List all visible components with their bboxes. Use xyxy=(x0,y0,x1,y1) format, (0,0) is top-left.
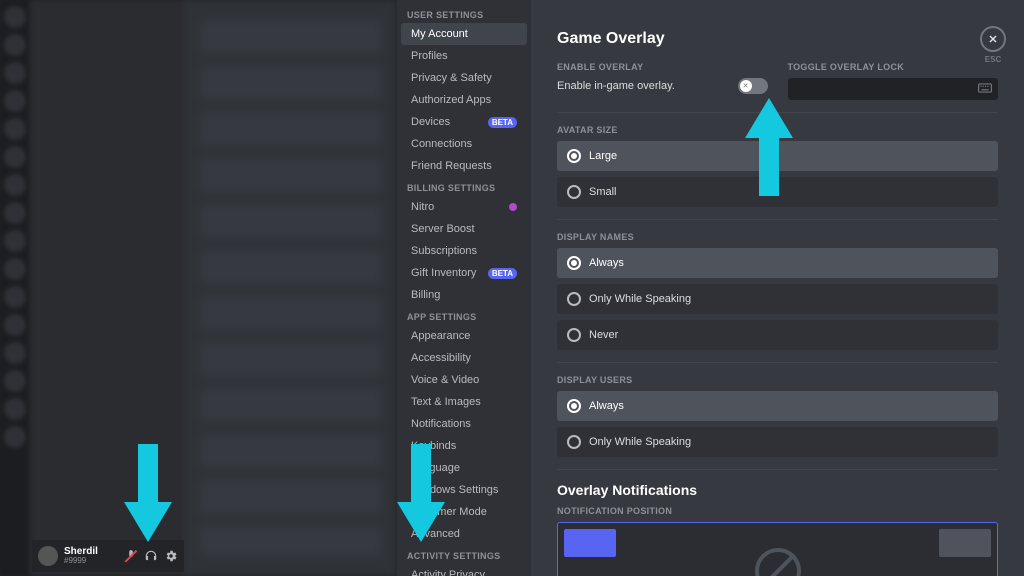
radio-option[interactable]: Never xyxy=(557,320,998,350)
sidebar-item-label: Friend Requests xyxy=(411,160,492,172)
notification-position-picker xyxy=(557,522,998,576)
user-footer: Sherdil #9999 xyxy=(32,540,184,572)
sidebar-item[interactable]: Nitro xyxy=(401,196,527,218)
radio-ring-icon xyxy=(567,328,581,342)
annotation-arrow-icon xyxy=(397,444,445,542)
divider xyxy=(557,362,998,363)
sidebar-item[interactable]: Appearance xyxy=(401,325,527,347)
annotation-arrow-icon xyxy=(124,444,172,542)
sidebar-item[interactable]: Privacy & Safety xyxy=(401,67,527,89)
sidebar-item[interactable]: Subscriptions xyxy=(401,240,527,262)
radio-label: Only While Speaking xyxy=(589,293,691,305)
sidebar-item[interactable]: Profiles xyxy=(401,45,527,67)
radio-label: Never xyxy=(589,329,618,341)
gear-icon[interactable] xyxy=(164,549,178,563)
sidebar-item-label: Profiles xyxy=(411,50,448,62)
sidebar-item[interactable]: Server Boost xyxy=(401,218,527,240)
divider xyxy=(557,219,998,220)
page-title: Game Overlay xyxy=(557,30,998,48)
sidebar-item[interactable]: Text & Images xyxy=(401,391,527,413)
divider xyxy=(557,469,998,470)
nitro-badge xyxy=(509,203,517,211)
sidebar-item-label: Privacy & Safety xyxy=(411,72,492,84)
sidebar-item-label: Text & Images xyxy=(411,396,481,408)
beta-badge: BETA xyxy=(488,117,517,128)
annotation-arrow-icon xyxy=(745,98,793,196)
enable-overlay-text: Enable in-game overlay. xyxy=(557,80,675,92)
sidebar-item-label: Gift Inventory xyxy=(411,267,476,279)
radio-label: Only While Speaking xyxy=(589,436,691,448)
settings-content: ESC Game Overlay ENABLE OVERLAY Enable i… xyxy=(531,0,1024,576)
settings-overlay: USER SETTINGS My Account Profiles Privacy &… xyxy=(397,0,1024,576)
display-users-label: DISPLAY USERS xyxy=(557,375,998,385)
sidebar-item-label: Devices xyxy=(411,116,450,128)
radio-ring-icon xyxy=(567,292,581,306)
display-names-label: DISPLAY NAMES xyxy=(557,232,998,242)
enable-overlay-label: ENABLE OVERLAY xyxy=(557,62,768,72)
sidebar-item[interactable]: Authorized Apps xyxy=(401,89,527,111)
radio-label: Large xyxy=(589,150,617,162)
toggle-lock-label: TOGGLE OVERLAY LOCK xyxy=(788,62,999,72)
radio-option[interactable]: Always xyxy=(557,391,998,421)
chat-blur xyxy=(184,0,397,576)
sidebar-header: BILLING SETTINGS xyxy=(397,177,531,196)
sidebar-item-label: Voice & Video xyxy=(411,374,479,386)
sidebar-item-label: Notifications xyxy=(411,418,471,430)
sidebar-header: ACTIVITY SETTINGS xyxy=(397,545,531,564)
sidebar-item-label: Appearance xyxy=(411,330,470,342)
sidebar-item-label: Connections xyxy=(411,138,472,150)
display-users-group: Always Only While Speaking xyxy=(557,391,998,457)
esc-label: ESC xyxy=(985,55,1001,64)
sidebar-item[interactable]: Notifications xyxy=(401,413,527,435)
close-group: ESC xyxy=(980,26,1006,64)
sidebar-item[interactable]: My Account xyxy=(401,23,527,45)
sidebar-header: APP SETTINGS xyxy=(397,306,531,325)
sidebar-item-label: Server Boost xyxy=(411,223,475,235)
radio-option[interactable]: Only While Speaking xyxy=(557,427,998,457)
sidebar-item[interactable]: Devices BETA xyxy=(401,111,527,133)
close-button[interactable] xyxy=(980,26,1006,52)
sidebar-item-label: Accessibility xyxy=(411,352,471,364)
position-top-left[interactable] xyxy=(564,529,616,557)
headphones-icon[interactable] xyxy=(144,549,158,563)
radio-option[interactable]: Only While Speaking xyxy=(557,284,998,314)
position-top-right[interactable] xyxy=(939,529,991,557)
sidebar-item-label: Subscriptions xyxy=(411,245,477,257)
sidebar-item[interactable]: Friend Requests xyxy=(401,155,527,177)
display-names-group: Always Only While Speaking Never xyxy=(557,248,998,350)
sidebar-item[interactable]: Gift Inventory BETA xyxy=(401,262,527,284)
beta-badge: BETA xyxy=(488,268,517,279)
sidebar-item[interactable]: Billing xyxy=(401,284,527,306)
sidebar-item-label: My Account xyxy=(411,28,468,40)
sidebar-item-label: Activity Privacy xyxy=(411,569,485,576)
server-rail xyxy=(0,0,30,576)
disable-icon[interactable] xyxy=(755,548,801,576)
radio-ring-icon xyxy=(567,149,581,163)
sidebar-item[interactable]: Voice & Video xyxy=(401,369,527,391)
sidebar-item-label: Billing xyxy=(411,289,440,301)
radio-option[interactable]: Always xyxy=(557,248,998,278)
radio-label: Small xyxy=(589,186,617,198)
sidebar-item[interactable]: Connections xyxy=(401,133,527,155)
discriminator: #9999 xyxy=(64,557,118,566)
sidebar-item-label: Authorized Apps xyxy=(411,94,491,106)
keyboard-icon xyxy=(978,83,992,96)
sidebar-header: USER SETTINGS xyxy=(397,4,531,23)
radio-ring-icon xyxy=(567,185,581,199)
enable-overlay-toggle[interactable] xyxy=(738,78,768,94)
radio-ring-icon xyxy=(567,435,581,449)
lock-keybind-input[interactable] xyxy=(788,78,999,100)
sidebar-item[interactable]: Activity Privacy xyxy=(401,564,527,576)
radio-label: Always xyxy=(589,257,624,269)
sidebar-item-label: Nitro xyxy=(411,201,434,213)
avatar xyxy=(38,546,58,566)
radio-label: Always xyxy=(589,400,624,412)
overlay-notifications-title: Overlay Notifications xyxy=(557,482,998,498)
radio-ring-icon xyxy=(567,256,581,270)
notification-position-label: NOTIFICATION POSITION xyxy=(557,506,998,516)
mic-muted-icon[interactable] xyxy=(124,549,138,563)
radio-ring-icon xyxy=(567,399,581,413)
sidebar-item[interactable]: Accessibility xyxy=(401,347,527,369)
